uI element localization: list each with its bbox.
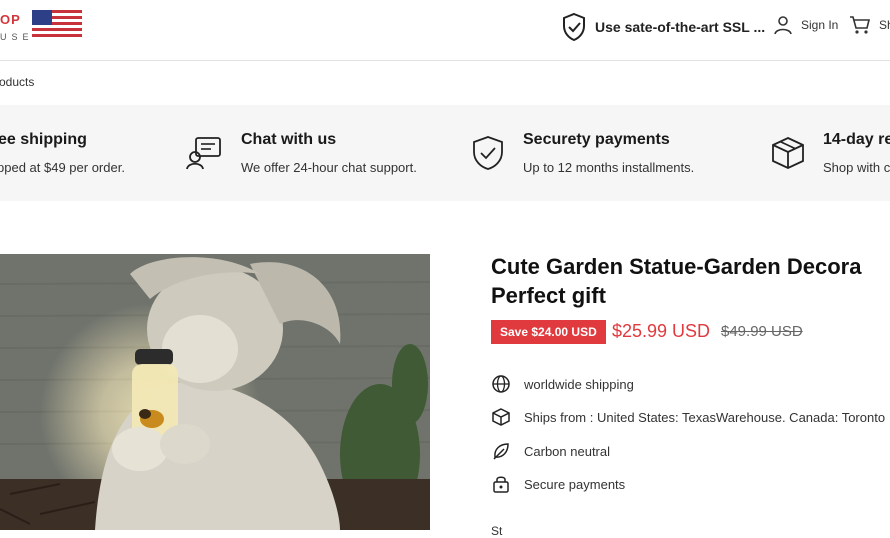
shield-check-icon	[473, 136, 503, 170]
feature-desc: Shop with c	[823, 160, 890, 175]
info-line-ships-from: Ships from : United States: TexasWarehou…	[491, 407, 885, 427]
option-label: St	[491, 524, 503, 538]
feature-title: 14-day re	[823, 131, 890, 148]
logo-text: OP	[0, 12, 21, 27]
cart-icon	[850, 16, 871, 34]
info-line-secure: Secure payments	[491, 474, 625, 494]
product-title-line1: Cute Garden Statue-Garden Decora	[491, 254, 862, 279]
info-text: Ships from : United States: TexasWarehou…	[524, 409, 886, 425]
site-header: OP USE Use sate-of-the-art SSL ... Sign …	[0, 0, 890, 61]
ssl-notice: Use sate-of-the-art SSL ...	[561, 12, 765, 42]
leaf-icon	[493, 443, 509, 460]
info-text: worldwide shipping	[524, 376, 634, 392]
product-title-line2: Perfect gift	[491, 283, 606, 308]
product-image[interactable]	[0, 254, 430, 530]
feature-desc: We offer 24-hour chat support.	[241, 160, 417, 175]
info-line-carbon: Carbon neutral	[491, 441, 610, 461]
sign-in-link[interactable]: Sign In	[773, 15, 838, 35]
feature-title: Securety payments	[523, 131, 670, 148]
user-icon	[774, 16, 792, 35]
save-badge: Save $24.00 USD	[491, 320, 606, 344]
feature-desc: pped at $49 per order.	[0, 160, 125, 175]
cart-label: Sh	[879, 18, 890, 32]
cart-link[interactable]: Sh	[849, 15, 890, 35]
sign-in-label: Sign In	[801, 18, 839, 32]
lock-icon	[493, 476, 509, 493]
globe-icon	[492, 375, 510, 393]
feature-desc: Up to 12 months installments.	[523, 160, 695, 175]
info-text: Carbon neutral	[524, 443, 610, 459]
feature-security: Securety payments Up to 12 months instal…	[470, 105, 730, 201]
garden-statue-image	[0, 254, 430, 530]
sale-price: $25.99 USD	[612, 321, 711, 341]
breadcrumb[interactable]: roducts	[0, 75, 34, 89]
feature-title: Chat with us	[241, 131, 337, 148]
feature-returns: 14-day re Shop with c	[770, 105, 890, 201]
ssl-text: Use sate-of-the-art SSL ...	[595, 19, 766, 35]
chat-icon	[186, 137, 221, 170]
product-title: Cute Garden Statue-Garden Decora Perfect…	[491, 252, 890, 310]
feature-title: ee shipping	[0, 131, 87, 148]
feature-free-shipping: ee shipping pped at $49 per order.	[0, 105, 180, 201]
info-text: Secure payments	[524, 476, 626, 492]
logo-subtext: USE	[0, 32, 34, 42]
features-band: ee shipping pped at $49 per order. Chat …	[0, 105, 890, 201]
info-line-shipping: worldwide shipping	[491, 374, 634, 394]
store-logo[interactable]: OP USE	[0, 6, 84, 42]
box-icon	[772, 137, 804, 169]
shield-check-icon	[563, 12, 585, 42]
box-icon	[492, 408, 510, 426]
feature-chat: Chat with us We offer 24-hour chat suppo…	[186, 105, 446, 201]
compare-price: $49.99 USD	[721, 323, 803, 340]
